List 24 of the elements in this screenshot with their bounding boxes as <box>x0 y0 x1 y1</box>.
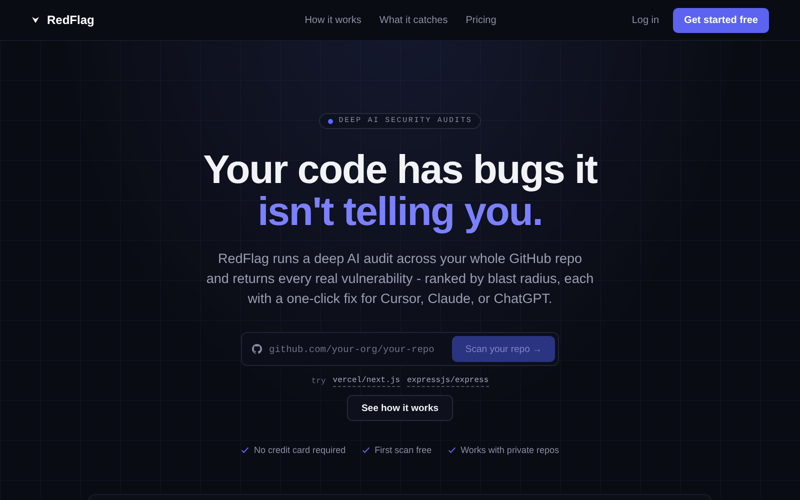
nav-link[interactable]: How it works <box>304 14 362 26</box>
example-repo-link[interactable]: vercel/next.js <box>332 376 400 387</box>
headline: Your code has bugs it <box>203 149 597 191</box>
nav-link[interactable]: What it catches <box>379 14 448 26</box>
github-icon <box>252 344 262 354</box>
repo-input-field[interactable]: github.com/your-org/your-repo Scan your repo → <box>241 332 559 366</box>
get-started-button[interactable]: Get started free <box>673 8 769 32</box>
perk-text: First scan free <box>374 445 432 455</box>
perk-text: No credit card required <box>254 445 346 455</box>
try-label: try <box>311 377 326 386</box>
login-link[interactable]: Log in <box>632 14 660 26</box>
description: RedFlag runs a deep AI audit across your whole GitHub repo and returns every real vulnerability - ranked by blast radius, each with a one-click fix for Cursor, Claude, or ChatGPT. <box>205 250 595 308</box>
perk-text: Works with private repos <box>460 445 559 455</box>
how-it-works-button[interactable]: See how it works <box>347 395 453 421</box>
dot-icon <box>328 118 333 124</box>
check-icon <box>241 446 250 454</box>
nav-link[interactable]: Pricing <box>466 14 496 26</box>
scan-button[interactable]: Scan your repo → <box>452 336 555 362</box>
chevron-logo-icon <box>32 17 39 23</box>
headline-accent: isn't telling you. <box>256 191 542 233</box>
example-repo-link[interactable]: expressjs/express <box>407 376 489 387</box>
check-icon <box>448 446 456 454</box>
brand-name: RedFlag <box>47 13 94 27</box>
check-icon <box>362 446 370 454</box>
